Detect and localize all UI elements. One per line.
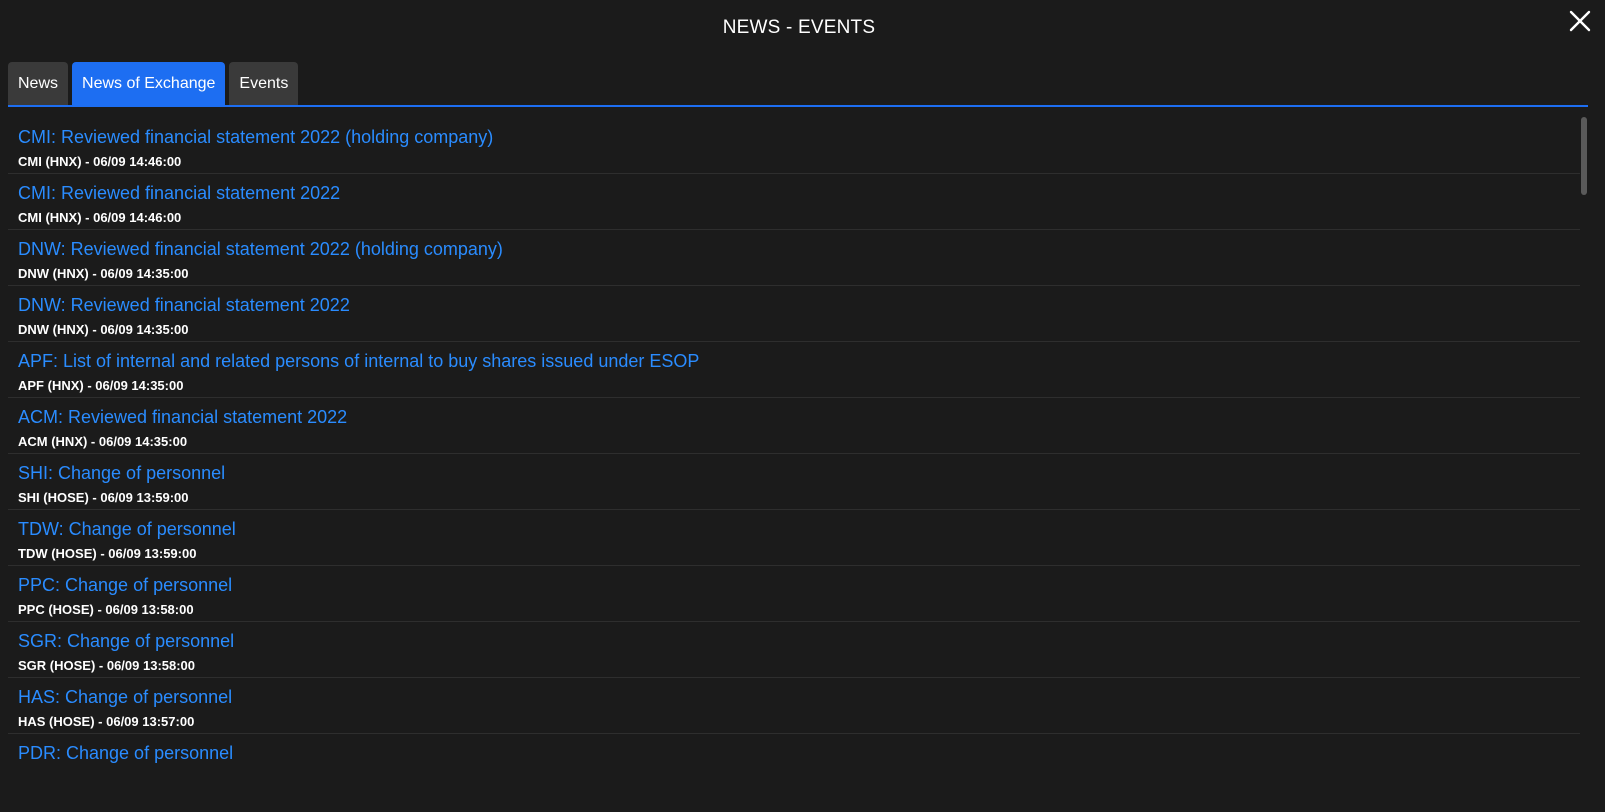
news-title-link[interactable]: CMI: Reviewed financial statement 2022 (… [18,127,493,148]
news-title-link[interactable]: CMI: Reviewed financial statement 2022 [18,183,340,204]
list-item[interactable]: HAS: Change of personnel HAS (HOSE) - 06… [8,678,1580,734]
scrollbar-thumb[interactable] [1581,117,1587,195]
news-meta: PPC (HOSE) - 06/09 13:58:00 [18,602,194,617]
tab-underline [8,105,1588,107]
news-meta: DNW (HNX) - 06/09 14:35:00 [18,266,189,281]
list-item[interactable]: CMI: Reviewed financial statement 2022 C… [8,174,1580,230]
list-item[interactable]: APF: List of internal and related person… [8,342,1580,398]
dialog-title: NEWS - EVENTS [722,17,876,38]
news-title-link[interactable]: DNW: Reviewed financial statement 2022 (… [18,239,503,260]
news-meta: CMI (HNX) - 06/09 14:46:00 [18,210,182,225]
list-scrollbar[interactable] [1580,117,1588,787]
news-meta: SHI (HOSE) - 06/09 13:59:00 [18,490,189,505]
news-title-link[interactable]: ACM: Reviewed financial statement 2022 [18,407,347,428]
news-list[interactable]: CMI: Reviewed financial statement 2022 (… [8,118,1580,788]
close-icon [1569,10,1591,32]
tab-news[interactable]: News [8,62,69,106]
news-title-link[interactable]: HAS: Change of personnel [18,687,232,708]
list-item[interactable]: DNW: Reviewed financial statement 2022 (… [8,230,1580,286]
news-title-link[interactable]: SGR: Change of personnel [18,631,234,652]
news-meta: CMI (HNX) - 06/09 14:46:00 [18,154,182,169]
list-item[interactable]: ACM: Reviewed financial statement 2022 A… [8,398,1580,454]
news-title-link[interactable]: PPC: Change of personnel [18,575,232,596]
news-meta: TDW (HOSE) - 06/09 13:59:00 [18,546,197,561]
list-item[interactable]: SGR: Change of personnel SGR (HOSE) - 06… [8,622,1580,678]
news-meta: SGR (HOSE) - 06/09 13:58:00 [18,658,196,673]
news-title-link[interactable]: DNW: Reviewed financial statement 2022 [18,295,350,316]
news-title-link[interactable]: TDW: Change of personnel [18,519,236,540]
tab-events[interactable]: Events [229,62,299,106]
news-title-link[interactable]: APF: List of internal and related person… [18,351,699,372]
close-button[interactable] [1567,8,1593,34]
list-item[interactable]: SHI: Change of personnel SHI (HOSE) - 06… [8,454,1580,510]
tab-news-of-exchange[interactable]: News of Exchange [72,62,226,106]
list-item[interactable]: DNW: Reviewed financial statement 2022 D… [8,286,1580,342]
list-item[interactable]: CMI: Reviewed financial statement 2022 (… [8,118,1580,174]
list-item[interactable]: PDR: Change of personnel [8,734,1580,788]
tab-bar: News News of Exchange Events [8,62,299,106]
list-item[interactable]: PPC: Change of personnel PPC (HOSE) - 06… [8,566,1580,622]
news-meta: HAS (HOSE) - 06/09 13:57:00 [18,714,195,729]
news-meta: ACM (HNX) - 06/09 14:35:00 [18,434,188,449]
news-title-link[interactable]: PDR: Change of personnel [18,743,233,764]
news-title-link[interactable]: SHI: Change of personnel [18,463,225,484]
news-meta: APF (HNX) - 06/09 14:35:00 [18,378,184,393]
list-item[interactable]: TDW: Change of personnel TDW (HOSE) - 06… [8,510,1580,566]
news-meta: DNW (HNX) - 06/09 14:35:00 [18,322,189,337]
news-events-dialog: NEWS - EVENTS News News of Exchange Even… [0,0,1605,812]
